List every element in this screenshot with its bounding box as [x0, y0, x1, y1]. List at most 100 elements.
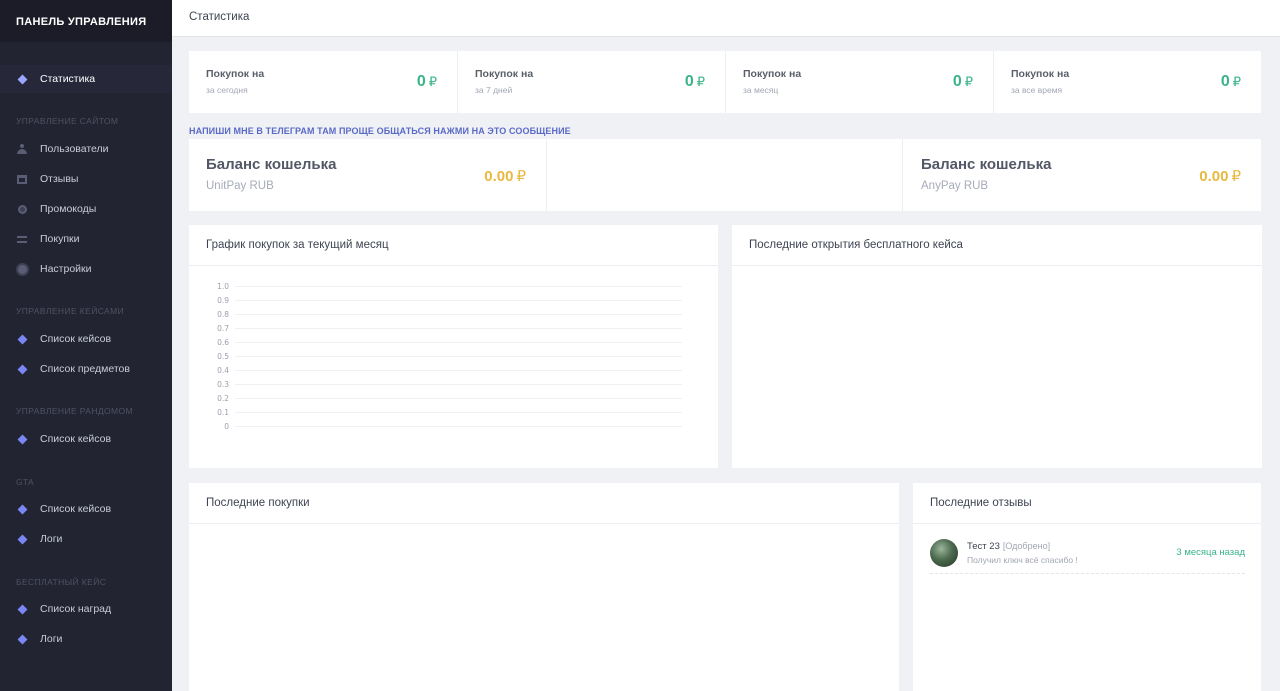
sidebar-item-label: Покупки [40, 233, 80, 245]
ruble-icon: ₽ [428, 74, 437, 89]
wallet-unitpay: Баланс кошелька UnitPay RUB 0.00 ₽ [189, 139, 546, 211]
stat-title: Покупок на [743, 68, 802, 80]
sidebar-item-statistics[interactable]: Статистика [16, 69, 95, 89]
y-tick-label: 0.7 [217, 324, 229, 333]
wallet-balance: 0.00 ₽ [484, 168, 526, 185]
gridline [235, 384, 682, 385]
sidebar-item-label: Статистика [40, 73, 96, 85]
review-text: Получил ключ всё спасибо ! [967, 555, 1078, 565]
section-label-random: УПРАВЛЕНИЕ РАНДОМОМ [16, 406, 134, 416]
panel-title: Последние открытия бесплатного кейса [732, 225, 1262, 266]
stat-subtitle: за сегодня [206, 85, 248, 95]
gridline [235, 328, 682, 329]
telegram-link[interactable]: НАПИШИ МНЕ В ТЕЛЕГРАМ ТАМ ПРОЩЕ ОБЩАТЬСЯ… [189, 126, 571, 136]
wallet-balance: 0.00 ₽ [1199, 168, 1241, 185]
wallet-anypay: Баланс кошелька AnyPay RUB 0.00 ₽ [904, 139, 1261, 211]
gridline [235, 300, 682, 301]
sidebar-item-free-logs[interactable]: Логи [16, 629, 62, 649]
section-label-cases: УПРАВЛЕНИЕ КЕЙСАМИ [16, 306, 125, 316]
sidebar-item-label: Промокоды [40, 203, 97, 215]
review-author: Тест 23 [Одобрено] [967, 541, 1051, 552]
wallet-empty-slot [546, 139, 903, 211]
sidebar-item-label: Список кейсов [40, 333, 112, 345]
topbar: Статистика [172, 0, 1280, 37]
review-item[interactable]: Тест 23 [Одобрено] Получил ключ всё спаси… [930, 539, 1245, 574]
wallet-provider: AnyPay RUB [921, 180, 989, 192]
review-time: 3 месяца назад [1176, 547, 1245, 558]
sidebar-item-promocodes[interactable]: Промокоды [16, 199, 96, 219]
sidebar-item-reviews[interactable]: Отзывы [16, 169, 78, 189]
ruble-icon: ₽ [696, 74, 705, 89]
sidebar-item-item-list[interactable]: Список предметов [16, 359, 130, 379]
purchases-panel: Последние покупки [189, 483, 899, 691]
gridline [235, 314, 682, 315]
y-tick-label: 0.1 [217, 408, 229, 417]
sidebar-item-label: Список кейсов [40, 433, 112, 445]
panel-title: График покупок за текущий месяц [189, 225, 718, 266]
gridline [235, 412, 682, 413]
gridline [235, 342, 682, 343]
stat-all-time: Покупок на за все время 0 ₽ [993, 51, 1261, 113]
table-icon [16, 173, 28, 185]
card-icon [16, 233, 28, 245]
sidebar-header: ПАНЕЛЬ УПРАВЛЕНИЯ [0, 0, 172, 42]
sidebar: ПАНЕЛЬ УПРАВЛЕНИЯ Статистика УПРАВЛЕНИЕ … [0, 0, 172, 691]
wallet-card: Баланс кошелька UnitPay RUB 0.00 ₽ Баланс… [189, 139, 1261, 211]
y-tick-label: 0 [224, 422, 229, 431]
sidebar-item-random-case-list[interactable]: Список кейсов [16, 429, 111, 449]
panel-title: Последние покупки [189, 483, 899, 524]
ruble-icon: ₽ [1231, 168, 1241, 185]
gridline [235, 398, 682, 399]
sidebar-item-label: Список предметов [40, 363, 130, 375]
stat-month: Покупок на за месяц 0 ₽ [725, 51, 993, 113]
coin-icon [16, 203, 28, 215]
diamond-icon [16, 333, 28, 345]
sidebar-item-gta-logs[interactable]: Логи [16, 529, 62, 549]
gridline [235, 370, 682, 371]
stat-subtitle: за 7 дней [475, 85, 513, 95]
gridline [235, 286, 682, 287]
stat-week: Покупок на за 7 дней 0 ₽ [457, 51, 725, 113]
wallet-title: Баланс кошелька [206, 156, 337, 173]
user-icon [16, 143, 28, 155]
diamond-icon [16, 633, 28, 645]
page-title: Статистика [189, 11, 250, 23]
section-label-site: УПРАВЛЕНИЕ САЙТОМ [16, 116, 119, 126]
free-case-panel: Последние открытия бесплатного кейса [732, 225, 1262, 468]
gridline [235, 356, 682, 357]
sidebar-item-purchases[interactable]: Покупки [16, 229, 80, 249]
wallet-provider: UnitPay RUB [206, 180, 274, 192]
avatar [930, 539, 958, 567]
stat-value: 0 ₽ [1220, 73, 1241, 90]
sidebar-item-gta-case-list[interactable]: Список кейсов [16, 499, 111, 519]
sidebar-item-label: Отзывы [40, 173, 79, 185]
sidebar-item-label: Пользователи [40, 143, 109, 155]
y-tick-label: 0.8 [217, 310, 229, 319]
gridline [235, 426, 682, 427]
sidebar-item-label: Настройки [40, 263, 92, 275]
sidebar-item-case-list[interactable]: Список кейсов [16, 329, 111, 349]
diamond-icon [16, 73, 28, 85]
purchases-chart: 1.0 0.9 0.8 0.7 0.6 0.5 0.4 0.3 0.2 0.1 0 [215, 282, 685, 432]
y-tick-label: 0.4 [217, 366, 229, 375]
stat-title: Покупок на [1011, 68, 1070, 80]
y-tick-label: 0.5 [217, 352, 229, 361]
sidebar-item-users[interactable]: Пользователи [16, 139, 109, 159]
reviews-panel: Последние отзывы Тест 23 [Одобрено] Получ… [913, 483, 1261, 691]
sidebar-item-label: Список наград [40, 603, 112, 615]
sidebar-title: ПАНЕЛЬ УПРАВЛЕНИЯ [16, 16, 147, 28]
sidebar-item-settings[interactable]: Настройки [16, 259, 92, 279]
stat-value: 0 ₽ [952, 73, 973, 90]
stat-title: Покупок на [206, 68, 265, 80]
gear-icon [16, 263, 28, 275]
sidebar-item-reward-list[interactable]: Список наград [16, 599, 111, 619]
wallet-title: Баланс кошелька [921, 156, 1052, 173]
ruble-icon: ₽ [516, 168, 526, 185]
panel-title: Последние отзывы [913, 483, 1261, 524]
diamond-icon [16, 533, 28, 545]
sidebar-item-label: Логи [40, 633, 63, 645]
sidebar-item-label: Список кейсов [40, 503, 112, 515]
stat-subtitle: за месяц [743, 85, 779, 95]
stat-title: Покупок на [475, 68, 534, 80]
sidebar-item-label: Логи [40, 533, 63, 545]
